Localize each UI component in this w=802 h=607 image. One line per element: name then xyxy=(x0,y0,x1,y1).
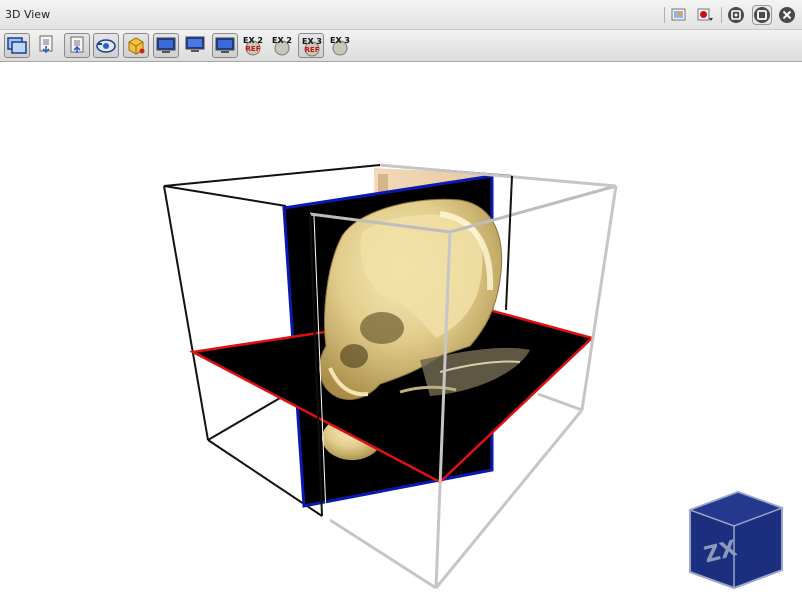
title-separator xyxy=(664,7,665,23)
volume-cube-icon xyxy=(128,37,145,55)
maximize-window-icon[interactable] xyxy=(752,5,772,25)
monitor-3-button[interactable] xyxy=(212,33,238,58)
camera-icon xyxy=(96,39,116,53)
monitor-icon xyxy=(215,37,235,53)
view-toolbar: EX 2 REF EX 2 EX 3 REF EX 3 xyxy=(0,30,802,62)
title-separator-2 xyxy=(721,7,722,23)
window-layout-button[interactable] xyxy=(4,33,30,58)
ex3-label: EX 3 xyxy=(330,36,350,45)
window-title: 3D View xyxy=(5,8,51,21)
title-bar: 3D View xyxy=(0,0,802,30)
window-layout-icon xyxy=(7,37,27,54)
monitor-icon xyxy=(185,36,205,52)
export-volume-button[interactable] xyxy=(64,33,90,58)
3d-viewport[interactable]: ZX xyxy=(0,62,802,603)
close-window-icon[interactable] xyxy=(778,6,796,24)
monitor-2-button[interactable] xyxy=(183,33,209,58)
ex2-label: EX 2 xyxy=(272,36,292,45)
ex2-ref-button[interactable]: EX 2 REF xyxy=(240,33,266,58)
volume-render-button[interactable] xyxy=(123,33,149,58)
minimize-window-icon[interactable] xyxy=(727,6,745,24)
orientation-cube[interactable]: ZX xyxy=(687,490,785,590)
import-volume-button[interactable] xyxy=(34,33,60,58)
record-dropdown-icon[interactable] xyxy=(696,6,714,24)
ex3-ref-button[interactable]: EX 3 REF xyxy=(298,33,324,58)
monitor-1-button[interactable] xyxy=(153,33,179,58)
monitor-icon xyxy=(156,37,176,53)
ex2-button[interactable]: EX 2 xyxy=(269,33,295,58)
ex2-ref-label: EX 2 xyxy=(243,36,263,45)
ex3-button[interactable]: EX 3 xyxy=(327,33,353,58)
import-volume-icon xyxy=(39,35,53,54)
camera-button[interactable] xyxy=(93,33,119,58)
ex2-ref-sublabel: REF xyxy=(245,45,261,53)
snapshot-icon[interactable] xyxy=(670,6,688,24)
export-volume-icon xyxy=(70,36,84,53)
ex3-ref-label: EX 3 xyxy=(302,37,322,46)
ex3-ref-sublabel: REF xyxy=(304,46,320,54)
volume-scene: ZX xyxy=(163,163,785,590)
